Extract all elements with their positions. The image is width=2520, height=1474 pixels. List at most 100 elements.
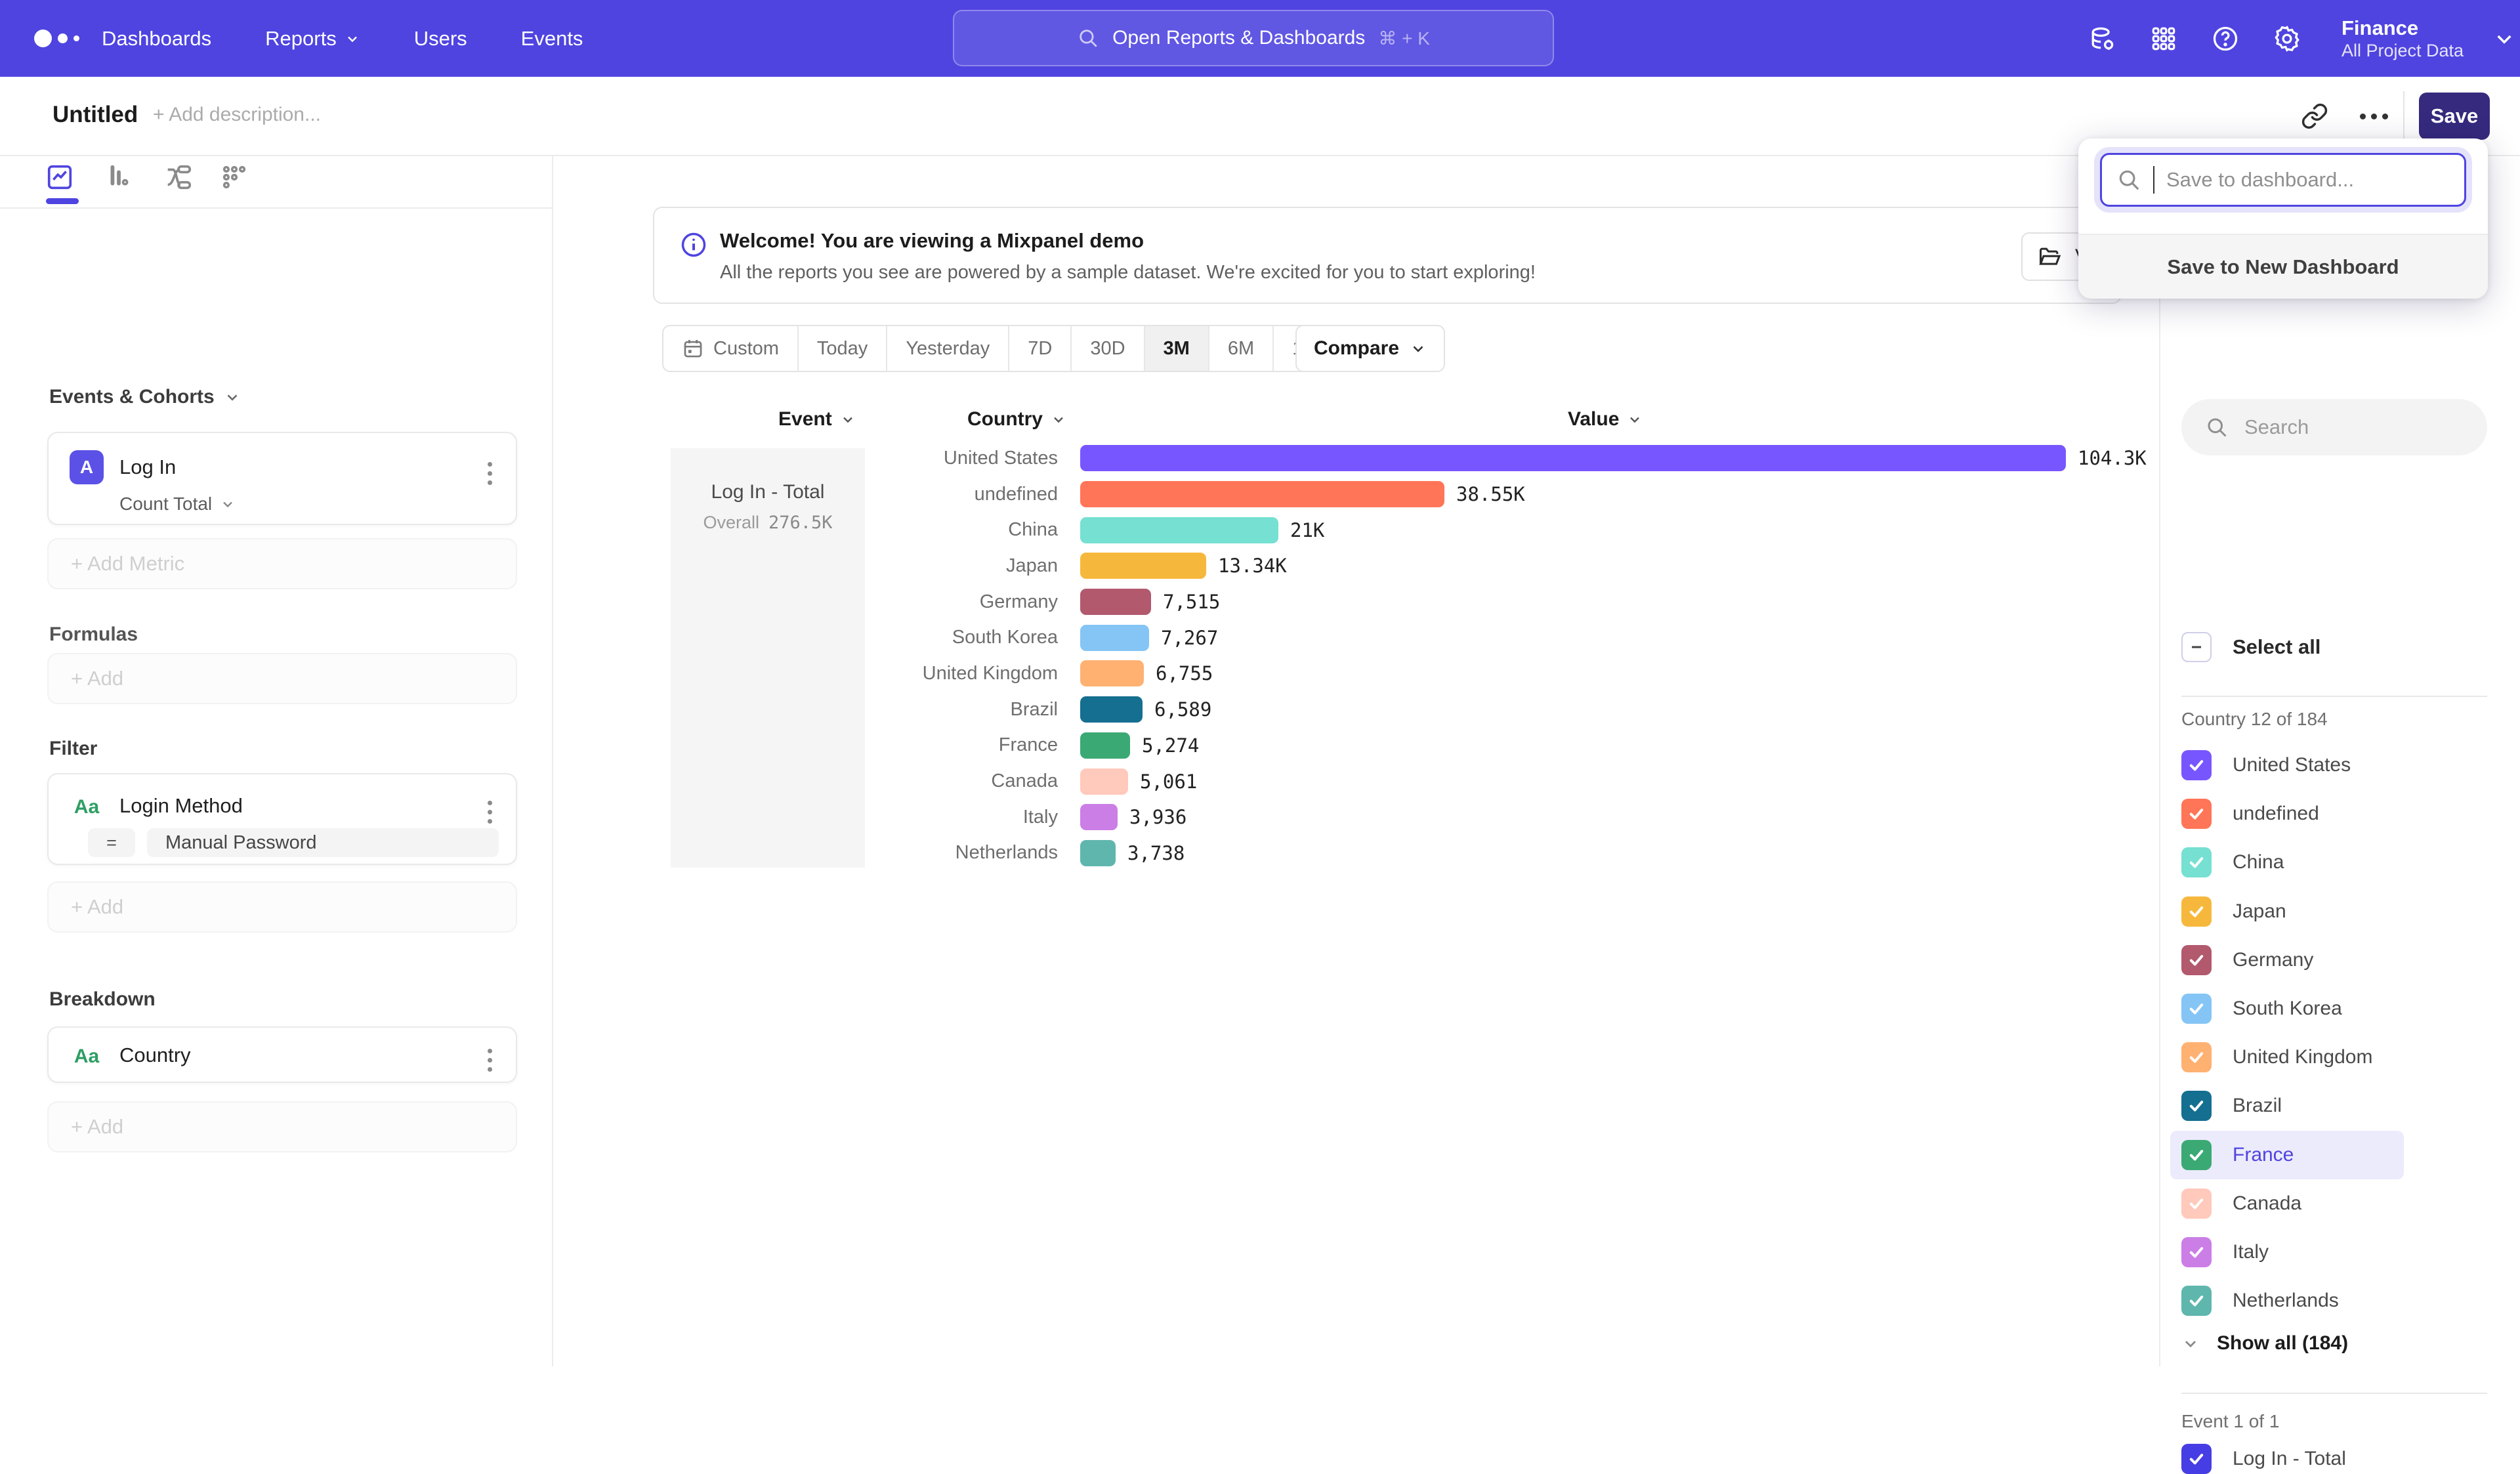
report-title[interactable]: Untitled [52, 102, 138, 128]
show-all-button[interactable]: Show all (184) [2181, 1332, 2348, 1355]
bar-south-korea[interactable] [1080, 625, 1149, 651]
bar-united-states[interactable] [1080, 445, 2066, 471]
flows-icon [163, 162, 194, 192]
event-checkbox-row[interactable]: Log In - Total [2181, 1444, 2346, 1474]
breakdown-card-country[interactable]: Aa Country [47, 1026, 517, 1083]
nav-item-dashboards[interactable]: Dashboards [102, 27, 211, 51]
country-filter-row-germany[interactable]: Germany [2170, 936, 2404, 984]
mixpanel-logo-icon[interactable] [34, 0, 79, 77]
global-search-button[interactable]: Open Reports & Dashboards ⌘ + K [953, 10, 1554, 66]
date-range-today[interactable]: Today [799, 326, 887, 371]
country-filter-row-france[interactable]: France [2170, 1131, 2404, 1179]
bar-china[interactable] [1080, 517, 1278, 543]
bar-brazil[interactable] [1080, 696, 1143, 723]
add-formula-button[interactable]: + Add [47, 653, 517, 704]
save-button[interactable]: Save [2419, 93, 2490, 140]
events-section-label[interactable]: Events & Cohorts [49, 386, 241, 408]
country-checkbox[interactable] [2181, 799, 2212, 829]
country-filter-row-united-kingdom[interactable]: United Kingdom [2170, 1033, 2404, 1082]
nav-item-users[interactable]: Users [414, 27, 467, 51]
country-filter-row-japan[interactable]: Japan [2170, 887, 2404, 936]
select-all-checkbox[interactable] [2181, 632, 2212, 662]
country-checkbox[interactable] [2181, 750, 2212, 780]
country-checkbox[interactable] [2181, 1042, 2212, 1072]
country-filter-row-netherlands[interactable]: Netherlands [2170, 1276, 2404, 1325]
bar-netherlands[interactable] [1080, 840, 1116, 866]
date-range-30d[interactable]: 30D [1072, 326, 1144, 371]
date-range-7d[interactable]: 7D [1009, 326, 1072, 371]
country-checkbox[interactable] [2181, 1237, 2212, 1267]
filter-property-name[interactable]: Login Method [119, 794, 243, 818]
country-checkbox[interactable] [2181, 847, 2212, 877]
add-metric-button[interactable]: + Add Metric [47, 538, 517, 589]
nav-item-events[interactable]: Events [521, 27, 583, 51]
country-filter-row-canada[interactable]: Canada [2170, 1179, 2404, 1228]
date-range-3m[interactable]: 3M [1145, 326, 1209, 371]
project-switcher[interactable]: Finance All Project Data [2342, 0, 2515, 77]
tab-funnels[interactable] [102, 160, 136, 194]
breakdown-property-name[interactable]: Country [119, 1043, 191, 1067]
add-filter-button[interactable]: + Add [47, 881, 517, 933]
breakdown-kebab-menu[interactable] [482, 1043, 497, 1077]
country-filter-row-brazil[interactable]: Brazil [2170, 1082, 2404, 1130]
date-range-6m[interactable]: 6M [1209, 326, 1274, 371]
country-checkbox[interactable] [2181, 1189, 2212, 1219]
save-to-new-dashboard-button[interactable]: Save to New Dashboard [2078, 234, 2488, 299]
top-navigation: Dashboards Reports Users Events Open Report… [0, 0, 2520, 77]
select-all-row[interactable]: Select all [2181, 632, 2320, 662]
add-breakdown-button[interactable]: + Add [47, 1101, 517, 1152]
metric-aggregation-selector[interactable]: Count Total [119, 494, 236, 515]
country-filter-row-china[interactable]: China [2170, 838, 2404, 887]
country-filter-row-south-korea[interactable]: South Korea [2170, 984, 2404, 1033]
copy-link-button[interactable] [2294, 95, 2336, 137]
filter-search-input[interactable]: Search [2181, 399, 2487, 455]
tab-insights[interactable] [43, 160, 77, 194]
metric-event-name[interactable]: Log In [119, 455, 176, 479]
nav-item-reports[interactable]: Reports [265, 27, 360, 51]
metric-kebab-menu[interactable] [482, 457, 497, 490]
settings-gear-icon[interactable] [2272, 24, 2302, 54]
chevron-down-icon [1410, 340, 1427, 357]
column-header-event[interactable]: Event [778, 408, 856, 431]
folder-icon [2037, 244, 2062, 269]
bar-united-kingdom[interactable] [1080, 660, 1144, 686]
bar-germany[interactable] [1080, 589, 1151, 615]
filter-card-login-method[interactable]: Aa Login Method = Manual Password [47, 773, 517, 865]
bar-italy[interactable] [1080, 804, 1118, 830]
date-range-custom[interactable]: Custom [663, 326, 799, 371]
string-property-badge: Aa [70, 790, 104, 824]
compare-button[interactable]: Compare [1295, 325, 1445, 372]
tab-retention[interactable] [217, 160, 251, 194]
save-dashboard-search-input[interactable]: Save to dashboard... [2100, 153, 2466, 207]
bar-canada[interactable] [1080, 769, 1128, 795]
chart-row-canada: Canada5,061 [868, 763, 2154, 799]
help-icon[interactable] [2210, 24, 2240, 54]
country-filter-row-italy[interactable]: Italy [2170, 1228, 2404, 1276]
data-management-icon[interactable] [2087, 24, 2117, 54]
bar-undefined[interactable] [1080, 481, 1444, 507]
country-checkbox[interactable] [2181, 994, 2212, 1024]
country-checkbox[interactable] [2181, 945, 2212, 975]
country-filter-row-undefined[interactable]: undefined [2170, 790, 2404, 838]
event-checkbox[interactable] [2181, 1444, 2212, 1474]
filter-value-chip[interactable]: Manual Password [147, 828, 499, 857]
tab-flows[interactable] [161, 160, 196, 194]
metric-card-log-in[interactable]: A Log In Count Total [47, 432, 517, 525]
column-header-country[interactable]: Country [967, 408, 1066, 431]
apps-grid-icon[interactable] [2149, 24, 2179, 54]
country-checkbox[interactable] [2181, 896, 2212, 927]
country-checkbox[interactable] [2181, 1286, 2212, 1316]
filter-operator-chip[interactable]: = [88, 828, 135, 857]
date-range-yesterday[interactable]: Yesterday [887, 326, 1009, 371]
report-type-tabs [0, 156, 552, 209]
more-options-button[interactable] [2353, 95, 2395, 137]
country-checkbox[interactable] [2181, 1140, 2212, 1170]
bar-japan[interactable] [1080, 553, 1206, 579]
country-filter-row-united-states[interactable]: United States [2170, 741, 2404, 790]
bar-france[interactable] [1080, 732, 1130, 759]
event-checkbox-label: Log In - Total [2233, 1448, 2346, 1470]
column-header-value[interactable]: Value [1568, 408, 1643, 431]
report-description-placeholder[interactable]: + Add description... [153, 104, 321, 126]
country-checkbox[interactable] [2181, 1091, 2212, 1121]
filter-kebab-menu[interactable] [482, 795, 497, 829]
